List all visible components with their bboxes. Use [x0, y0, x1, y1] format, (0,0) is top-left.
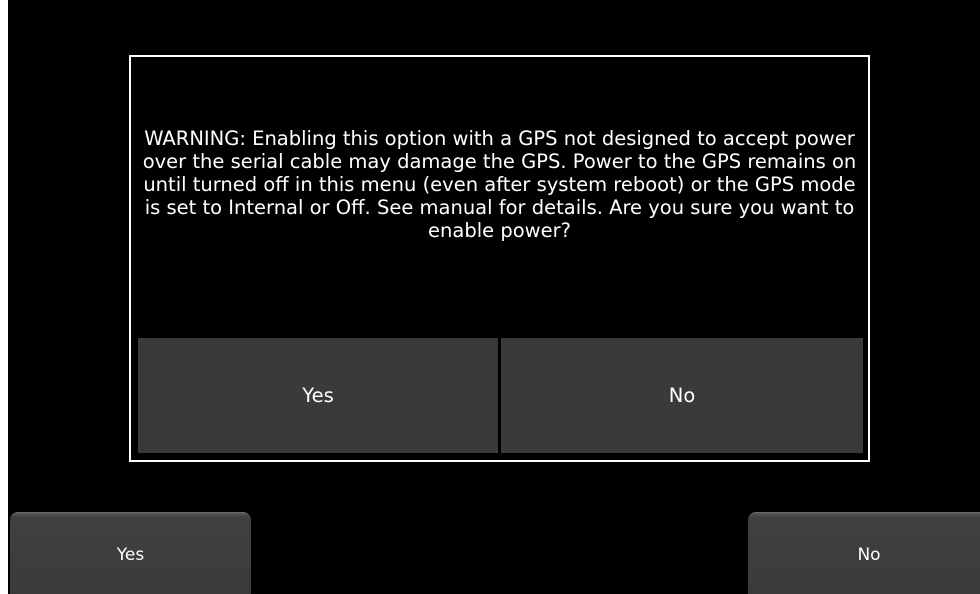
confirm-dialog: WARNING: Enabling this option with a GPS…	[129, 55, 870, 462]
softkey-no-button[interactable]: No	[748, 512, 980, 594]
dialog-yes-button[interactable]: Yes	[138, 338, 498, 453]
warning-message: WARNING: Enabling this option with a GPS…	[142, 127, 857, 242]
softkey-yes-button[interactable]: Yes	[10, 512, 251, 594]
screen: WARNING: Enabling this option with a GPS…	[0, 0, 980, 594]
dialog-no-button[interactable]: No	[501, 338, 863, 453]
screen-edge	[0, 0, 8, 594]
